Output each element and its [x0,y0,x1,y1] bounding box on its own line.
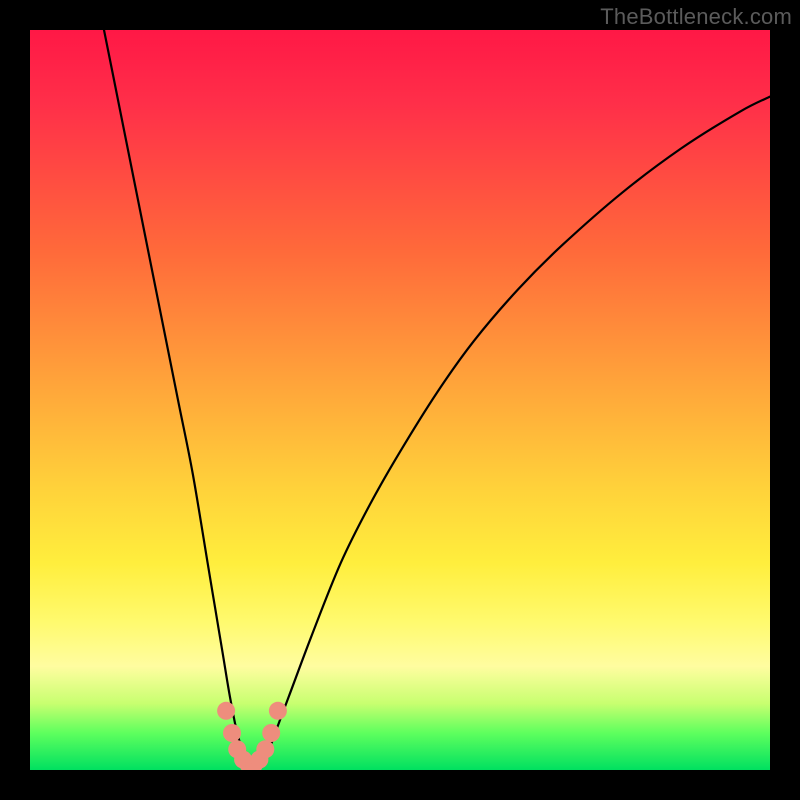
bottleneck-curve [30,30,770,770]
highlight-marker [217,702,235,720]
watermark-text: TheBottleneck.com [600,4,792,30]
curve-path [104,30,770,768]
plot-area [30,30,770,770]
highlight-marker [256,740,274,758]
chart-frame: TheBottleneck.com [0,0,800,800]
highlight-marker [262,724,280,742]
highlight-markers [217,702,287,770]
highlight-marker [223,724,241,742]
highlight-marker [269,702,287,720]
